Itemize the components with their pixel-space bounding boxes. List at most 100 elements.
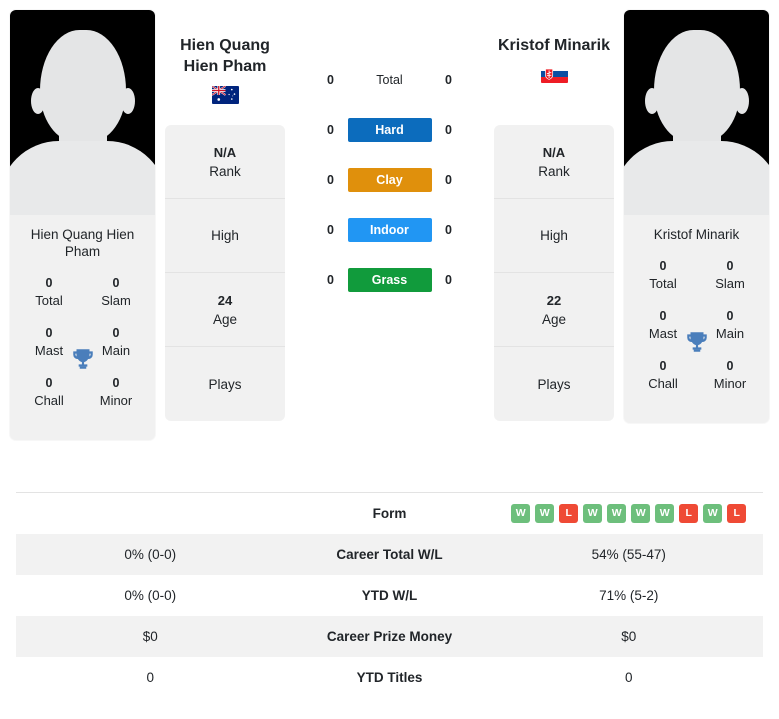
right-player-name: Kristof Minarik: [497, 37, 610, 54]
titles-slam-label: Slam: [715, 276, 745, 291]
info-age-value: 24: [217, 292, 233, 308]
form-badge-win[interactable]: W: [655, 504, 675, 523]
right-player-header: Kristof Minarik: [494, 15, 614, 120]
surface-titles-panel: 0 Total 0 0 Hard 0 0 Clay 0 0 Indoor 0 0…: [285, 10, 494, 292]
titles-chall-value: 0: [659, 359, 667, 373]
titles-total-value: 0: [45, 276, 53, 290]
form-badge-loss[interactable]: L: [559, 504, 579, 523]
comparison-row-label: Career Prize Money: [326, 629, 453, 644]
right-player-card[interactable]: Kristof Minarik 0 Total 0 Slam 0 Mast 0 …: [624, 10, 769, 423]
info-rank-value: N/A: [542, 144, 566, 160]
avatar-ear-right: [120, 88, 135, 114]
comparison-right-value: WWLWWWWLWL: [495, 504, 764, 523]
surface-grass-label[interactable]: Grass: [347, 268, 432, 292]
titles-chall: 0 Chall: [632, 357, 694, 393]
right-player-card-name: Kristof Minarik: [653, 227, 740, 242]
info-cell-plays: Plays: [494, 347, 614, 421]
surface-indoor-right-value: 0: [445, 223, 452, 237]
trophy-icon: [72, 349, 93, 369]
form-badge-win[interactable]: W: [631, 504, 651, 523]
surface-total-right-value: 0: [445, 73, 452, 87]
surface-row-clay: 0 Clay 0: [285, 168, 494, 192]
titles-minor: 0 Minor: [699, 357, 761, 393]
comparison-left-value: 0% (0-0): [124, 547, 177, 562]
left-player-info-column: Hien Quang Hien Pham N/A Rank High 24 Ag…: [165, 10, 285, 421]
surface-row-hard: 0 Hard 0: [285, 118, 494, 142]
titles-chall-label: Chall: [34, 393, 64, 408]
info-cell-age: 24 Age: [165, 273, 285, 347]
titles-chall: 0 Chall: [18, 374, 80, 410]
right-player-info-card: N/A Rank High 22 Age Plays: [494, 125, 614, 421]
slovakia-flag-icon: [540, 65, 568, 83]
titles-total-label: Total: [649, 276, 677, 291]
info-high-label: High: [540, 228, 568, 243]
titles-total: 0 Total: [18, 274, 80, 310]
surface-indoor-left-value: 0: [327, 223, 334, 237]
titles-slam: 0 Slam: [85, 274, 147, 310]
comparison-left-value: 0: [146, 670, 154, 685]
left-player-card[interactable]: Hien Quang Hien Pham 0 Total 0 Slam 0 Ma…: [10, 10, 155, 440]
surface-indoor-label[interactable]: Indoor: [347, 218, 432, 242]
info-age-label: Age: [541, 311, 567, 327]
titles-mast-value: 0: [45, 326, 53, 340]
titles-row: 0 Chall 0 Minor: [624, 357, 769, 393]
avatar-ear-left: [30, 88, 45, 114]
comparison-stats-table: Form W W L W W W W L W L 0% (0-0) Career Total W/L 54…: [16, 492, 763, 698]
titles-minor: 0 Minor: [85, 374, 147, 410]
titles-main-value: 0: [112, 326, 120, 340]
titles-total-value: 0: [659, 259, 667, 273]
surface-total-label: Total: [376, 73, 403, 87]
comparison-row-label: Career Total W/L: [336, 547, 443, 562]
right-player-titles-grid: 0 Total 0 Slam 0 Mast 0 Main 0 Chall 0 M…: [624, 253, 769, 423]
surface-grass-right-value: 0: [445, 273, 452, 287]
titles-main-value: 0: [726, 309, 734, 323]
titles-minor-label: Minor: [713, 376, 747, 391]
player-comparison-header: Hien Quang Hien Pham 0 Total 0 Slam 0 Ma…: [0, 0, 779, 492]
comparison-row-label: YTD Titles: [356, 670, 423, 685]
form-badge-win[interactable]: W: [703, 504, 723, 523]
surface-clay-label[interactable]: Clay: [347, 168, 432, 192]
info-cell-rank: N/A Rank: [165, 125, 285, 199]
form-badge-loss[interactable]: L: [679, 504, 699, 523]
surface-row-grass: 0 Grass 0: [285, 268, 494, 292]
comparison-row: 0% (0-0) YTD W/L 71% (5-2): [16, 575, 763, 616]
left-player-column: Hien Quang Hien Pham 0 Total 0 Slam 0 Ma…: [0, 10, 165, 440]
info-cell-high: High: [165, 199, 285, 273]
form-badge-win[interactable]: W: [583, 504, 603, 523]
form-badge-win[interactable]: W: [535, 504, 555, 523]
info-rank-label: Rank: [538, 163, 570, 179]
surface-row-indoor: 0 Indoor 0: [285, 218, 494, 242]
info-cell-plays: Plays: [165, 347, 285, 421]
left-player-header: Hien Quang Hien Pham: [165, 15, 285, 120]
titles-slam-label: Slam: [101, 293, 131, 308]
info-plays-label: Plays: [537, 376, 571, 392]
avatar-ear-right: [734, 88, 749, 114]
info-age-label: Age: [212, 311, 238, 327]
surface-hard-label[interactable]: Hard: [347, 118, 432, 142]
info-plays-label: Plays: [208, 376, 242, 392]
form-badge-win[interactable]: W: [511, 504, 531, 523]
right-player-info-column: Kristof Minarik N/A Rank High 22 Age Pla…: [494, 10, 614, 421]
titles-slam-value: 0: [726, 259, 734, 273]
comparison-row: 0% (0-0) Career Total W/L 54% (55-47): [16, 534, 763, 575]
trophy-icon: [686, 332, 707, 352]
form-badge-win[interactable]: W: [607, 504, 627, 523]
titles-minor-value: 0: [112, 376, 120, 390]
surface-hard-left-value: 0: [327, 123, 334, 137]
left-player-card-name: Hien Quang Hien Pham: [30, 227, 135, 259]
surface-grass-left-value: 0: [327, 273, 334, 287]
titles-chall-label: Chall: [648, 376, 678, 391]
titles-mast-value: 0: [659, 309, 667, 323]
form-badge-loss[interactable]: L: [727, 504, 747, 523]
comparison-right-value: 71% (5-2): [599, 588, 659, 603]
titles-slam: 0 Slam: [699, 257, 761, 293]
comparison-row-label: YTD W/L: [361, 588, 418, 603]
info-cell-rank: N/A Rank: [494, 125, 614, 199]
comparison-left-value: 0% (0-0): [124, 588, 177, 603]
info-rank-label: Rank: [209, 163, 241, 179]
comparison-row-label: Form: [372, 506, 407, 521]
comparison-row: Form W W L W W W W L W L: [16, 493, 763, 534]
right-player-column: Kristof Minarik 0 Total 0 Slam 0 Mast 0 …: [614, 10, 779, 423]
titles-slam-value: 0: [112, 276, 120, 290]
avatar-ear-left: [644, 88, 659, 114]
